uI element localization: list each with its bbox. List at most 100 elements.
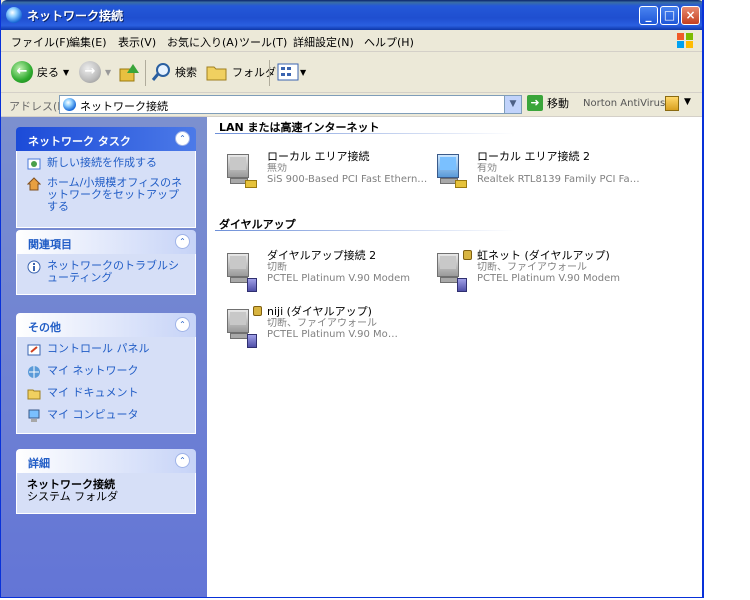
firewall-lock-icon bbox=[253, 306, 262, 316]
network-troubleshooting-link[interactable]: ネットワークのトラブルシューティング bbox=[27, 260, 187, 284]
create-new-connection-link[interactable]: 新しい接続を作成する bbox=[27, 157, 187, 171]
setup-home-network-link[interactable]: ホーム/小規模オフィスのネットワークをセットアップする bbox=[27, 177, 187, 213]
lan-connection-icon bbox=[221, 151, 261, 195]
related-topics-header[interactable]: 関連項目 ⌃ bbox=[16, 230, 196, 254]
my-documents-link[interactable]: マイ ドキュメント bbox=[27, 387, 187, 401]
go-button[interactable]: ➜ 移動 bbox=[527, 95, 569, 111]
up-folder-button[interactable] bbox=[119, 60, 139, 84]
group-divider bbox=[215, 133, 515, 134]
network-connections-icon bbox=[6, 7, 22, 23]
my-computer-link[interactable]: マイ コンピュータ bbox=[27, 409, 187, 423]
connection-item-selected[interactable]: niji (ダイヤルアップ) 切断、ファイアウォール PCTEL Platinu… bbox=[221, 306, 431, 350]
connection-item[interactable]: 虹ネット (ダイヤルアップ) 切断、ファイアウォール PCTEL Platinu… bbox=[431, 250, 641, 294]
minimize-button[interactable]: _ bbox=[639, 6, 658, 25]
title-bar[interactable]: ネットワーク接続 _ □ × bbox=[1, 0, 704, 30]
norton-antivirus-icon[interactable] bbox=[665, 96, 679, 111]
folders-button[interactable]: フォルダ bbox=[206, 60, 276, 84]
collapse-chevron-icon[interactable]: ⌃ bbox=[175, 131, 190, 146]
network-connections-icon bbox=[63, 98, 76, 111]
link-text: ホーム/小規模オフィスのネットワークをセットアップする bbox=[47, 176, 183, 213]
collapse-chevron-icon[interactable]: ⌃ bbox=[175, 453, 190, 468]
menu-help[interactable]: ヘルプ(H) bbox=[364, 34, 414, 50]
forward-dropdown-icon[interactable]: ▼ bbox=[105, 68, 111, 77]
connection-device: PCTEL Platinum V.90 Modem bbox=[267, 273, 411, 284]
menu-view[interactable]: 表示(V) bbox=[118, 34, 156, 50]
search-button[interactable]: 検索 bbox=[151, 60, 197, 84]
control-panel-icon bbox=[27, 344, 41, 356]
views-grid-icon bbox=[277, 63, 299, 81]
window-title: ネットワーク接続 bbox=[27, 9, 124, 23]
maximize-button[interactable]: □ bbox=[660, 6, 679, 25]
collapse-chevron-icon[interactable]: ⌃ bbox=[175, 234, 190, 249]
menu-favorites[interactable]: お気に入り(A) bbox=[167, 34, 238, 50]
link-text: コントロール パネル bbox=[47, 342, 150, 355]
search-label: 検索 bbox=[175, 66, 197, 79]
standard-toolbar: ← 戻る ▼ → ▼ 検索 フォルダ ▼ bbox=[1, 52, 702, 93]
address-value: ネットワーク接続 bbox=[80, 100, 168, 113]
address-input[interactable]: ネットワーク接続 ▼ bbox=[59, 95, 522, 114]
lan-connection-icon bbox=[431, 151, 471, 195]
close-button[interactable]: × bbox=[681, 6, 700, 25]
connection-status: 切断、ファイアウォール bbox=[267, 318, 377, 329]
connection-name: 虹ネット (ダイヤルアップ) bbox=[477, 249, 610, 262]
back-arrow-icon: ← bbox=[11, 61, 33, 83]
focused-item-label: niji (ダイヤルアップ) 切断、ファイアウォール PCTEL Platinu… bbox=[267, 306, 401, 342]
connection-status: 有効 bbox=[477, 163, 497, 174]
details-body: ネットワーク接続 システム フォルダ bbox=[16, 473, 196, 514]
forward-button[interactable]: → ▼ bbox=[79, 60, 111, 84]
connection-item[interactable]: ローカル エリア接続 無効 SiS 900-Based PCI Fast Eth… bbox=[221, 150, 433, 195]
network-tasks-header[interactable]: ネットワーク タスク ⌃ bbox=[16, 127, 196, 151]
connection-device: SiS 900-Based PCI Fast Ethernet Adapter bbox=[267, 174, 433, 185]
connection-item[interactable]: ダイヤルアップ接続 2 切断 PCTEL Platinum V.90 Modem bbox=[221, 250, 431, 294]
connection-name: ローカル エリア接続 bbox=[267, 150, 370, 163]
new-connection-icon bbox=[27, 158, 41, 170]
my-network-link[interactable]: マイ ネットワーク bbox=[27, 365, 187, 379]
dialup-connection-icon bbox=[221, 250, 261, 294]
panel-title: ネットワーク タスク bbox=[28, 135, 131, 148]
connection-name: ダイヤルアップ接続 2 bbox=[267, 249, 377, 262]
back-button[interactable]: ← 戻る ▼ bbox=[11, 60, 69, 84]
norton-dropdown-icon[interactable]: ▼ bbox=[684, 97, 691, 107]
views-dropdown-icon: ▼ bbox=[300, 67, 307, 77]
my-computer-icon bbox=[28, 409, 40, 422]
back-label: 戻る bbox=[37, 66, 59, 79]
details-panel: 詳細 ⌃ ネットワーク接続 システム フォルダ bbox=[16, 449, 196, 514]
toolbar-separator bbox=[269, 60, 270, 86]
link-text: マイ ドキュメント bbox=[47, 386, 139, 399]
connection-status: 無効 bbox=[267, 163, 287, 174]
other-places-body: コントロール パネル マイ ネットワーク マイ ドキュメント マイ コンピュータ bbox=[16, 337, 196, 434]
my-network-icon bbox=[28, 366, 40, 378]
connection-device: PCTEL Platinum V.90 Modem bbox=[267, 329, 401, 340]
explorer-window: ネットワーク接続 _ □ × ファイル(F) 編集(E) 表示(V) お気に入り… bbox=[0, 0, 704, 598]
menu-tools[interactable]: ツール(T) bbox=[239, 34, 287, 50]
menu-file[interactable]: ファイル(F) bbox=[11, 34, 70, 50]
connection-device: PCTEL Platinum V.90 Modem bbox=[477, 273, 621, 284]
connection-item[interactable]: ローカル エリア接続 2 有効 Realtek RTL8139 Family P… bbox=[431, 151, 643, 195]
address-dropdown-button[interactable]: ▼ bbox=[504, 96, 521, 113]
search-icon bbox=[151, 63, 170, 81]
link-text: マイ コンピュータ bbox=[47, 408, 139, 421]
menu-edit[interactable]: 編集(E) bbox=[69, 34, 107, 50]
connection-status: 切断 bbox=[267, 262, 287, 273]
details-header[interactable]: 詳細 ⌃ bbox=[16, 449, 196, 473]
panel-title: その他 bbox=[28, 321, 61, 334]
panel-title: 詳細 bbox=[28, 457, 50, 470]
connection-device: Realtek RTL8139 Family PCI Fast Ethernet… bbox=[477, 174, 643, 185]
other-places-panel: その他 ⌃ コントロール パネル マイ ネットワーク マイ ドキュメント マイ … bbox=[16, 313, 196, 434]
toolbar-separator bbox=[145, 60, 146, 86]
menu-advanced[interactable]: 詳細設定(N) bbox=[293, 34, 354, 50]
my-documents-icon bbox=[27, 389, 41, 400]
connection-status: 切断、ファイアウォール bbox=[477, 262, 587, 273]
other-places-header[interactable]: その他 ⌃ bbox=[16, 313, 196, 337]
file-list-pane: LAN または高速インターネット ローカル エリア接続 無効 SiS 900-B… bbox=[207, 117, 702, 597]
panel-title: 関連項目 bbox=[28, 238, 72, 251]
views-button[interactable]: ▼ bbox=[277, 60, 306, 84]
firewall-lock-icon bbox=[463, 250, 472, 260]
task-pane: ネットワーク タスク ⌃ 新しい接続を作成する ホーム/小規模オフィスのネットワ… bbox=[1, 117, 207, 597]
link-text: 新しい接続を作成する bbox=[47, 156, 157, 169]
collapse-chevron-icon[interactable]: ⌃ bbox=[175, 317, 190, 332]
control-panel-link[interactable]: コントロール パネル bbox=[27, 343, 187, 357]
address-bar: アドレス(D) ネットワーク接続 ▼ ➜ 移動 Norton AntiVirus… bbox=[1, 93, 702, 117]
back-dropdown-icon[interactable]: ▼ bbox=[63, 68, 69, 77]
go-arrow-icon: ➜ bbox=[527, 95, 543, 111]
